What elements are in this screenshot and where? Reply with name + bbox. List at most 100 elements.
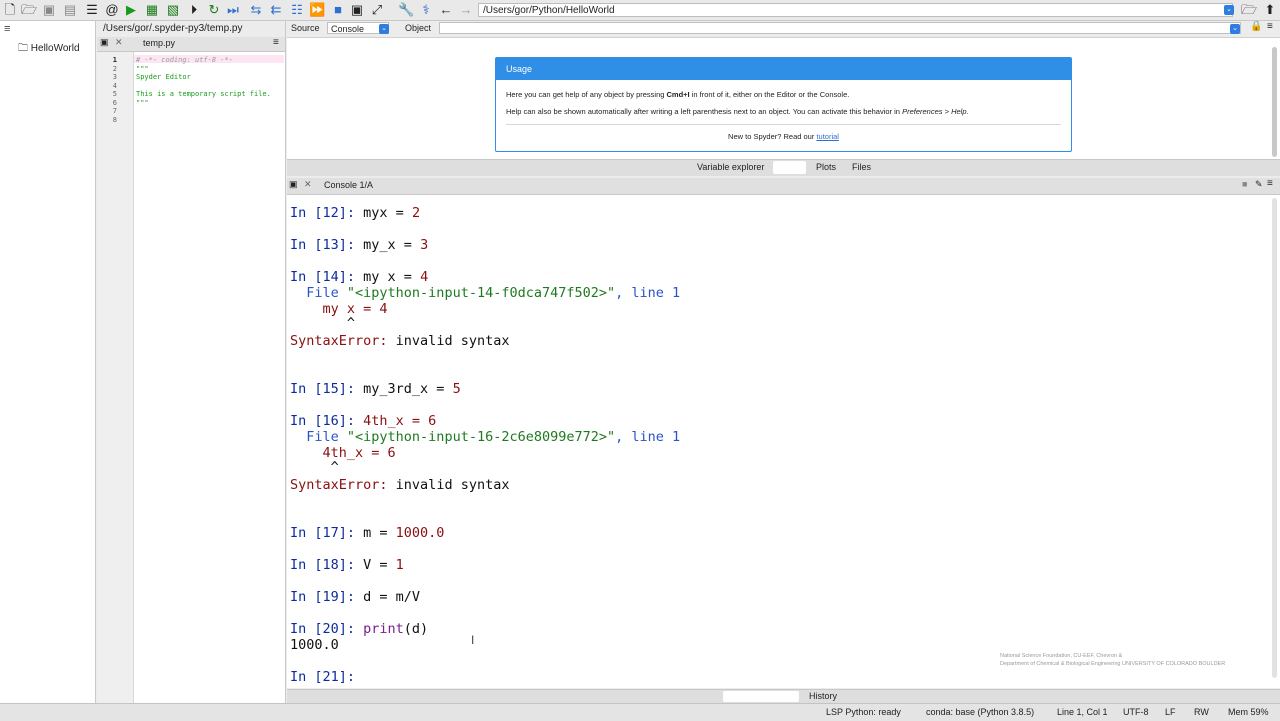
console-line: In [20]: print(d) [290,621,429,637]
continue-icon[interactable]: ☷ [289,2,305,18]
status-bar: LSP Python: ready conda: base (Python 3.… [0,703,1280,721]
tab-history[interactable]: History [809,691,837,701]
editor-file-path: /Users/gor/.spyder-py3/temp.py [97,21,285,37]
rw-status: RW [1194,707,1209,717]
debug-icon[interactable]: ↻ [206,2,222,18]
traceback-caret: ^ [290,315,356,331]
lock-icon[interactable]: 🔒 [1250,21,1262,32]
help-shortcut: Cmd+I [666,90,690,99]
object-dropdown-icon[interactable]: ⌄ [1230,24,1240,34]
new-file-icon[interactable]: 🗋 [2,2,18,18]
fast-forward-icon[interactable]: ⏩ [309,2,325,18]
source-select-value: Console [331,24,365,34]
code-line[interactable]: Spyder Editor [136,73,191,81]
console-input-line[interactable]: In [21]: [290,669,363,685]
code-line[interactable]: # -*- coding: utf-8 -*- [136,56,233,64]
console-line: In [18]: V = 1 [290,557,404,573]
stop-icon[interactable]: ■ [330,2,346,18]
open-folder-icon[interactable]: 🗁 [21,2,37,18]
tab-temp-py[interactable]: temp.py [143,38,175,48]
line-number: 8 [112,115,117,124]
syntax-error-line: SyntaxError: invalid syntax [290,333,510,349]
console-menu-icon[interactable]: ≡ [1267,178,1273,189]
help-menu-icon[interactable]: ≡ [1267,21,1273,32]
traceback-file-line: File "<ipython-input-16-2c6e8099e772>", … [290,429,681,445]
wrench-icon[interactable]: 🔧 [398,2,414,18]
clear-console-icon[interactable]: ✎ [1255,179,1263,190]
help-scrollbar[interactable] [1272,47,1277,157]
tab-ipython-console-active[interactable] [723,691,799,702]
back-icon[interactable]: ← [438,2,454,18]
maximize-icon[interactable]: ▣ [349,2,365,18]
tab-files[interactable]: Files [852,162,871,172]
source-dropdown-icon[interactable]: ⌄ [379,24,389,34]
step-icon[interactable]: ⏭ [225,2,241,18]
save-all-icon[interactable]: ▤ [62,2,78,18]
code-line[interactable]: """ [136,65,149,73]
divider [506,124,1061,125]
encoding-status: UTF-8 [1123,707,1149,717]
line-number: 6 [112,98,117,107]
ipython-console: ▣ ✕ Console 1/A ■ ✎ ≡ In [12]: myx = 2 I… [287,178,1280,688]
forward-icon[interactable]: → [458,2,474,18]
cursor-position: Line 1, Col 1 [1057,707,1108,717]
python-path-icon[interactable]: ⚕ [418,2,434,18]
tab-variable-explorer[interactable]: Variable explorer [697,162,764,172]
tab-console-1a[interactable]: Console 1/A [324,180,373,190]
traceback-file-line: File "<ipython-input-14-f0dca747f502>", … [290,285,681,301]
at-icon[interactable]: @ [104,2,120,18]
traceback-caret: ^ [290,459,339,475]
tab-plots[interactable]: Plots [816,162,836,172]
save-icon[interactable]: ▣ [41,2,57,18]
parent-directory-icon[interactable]: ⬆ [1262,2,1278,18]
line-number: 5 [112,90,117,98]
console-scrollbar[interactable] [1272,198,1277,678]
run-cell-icon[interactable]: ▦ [144,2,160,18]
code-line[interactable]: """ [136,99,149,107]
pane-menu-icon[interactable]: ≡ [4,23,10,35]
watermark-text: National Science Foundation, CU-EEF, Che… [1000,653,1123,659]
help-text: Help can also be shown automatically aft… [506,107,903,116]
stop-console-icon[interactable]: ■ [1242,179,1247,189]
project-explorer: ≡ 🗀 HelloWorld [0,21,96,703]
object-label: Object [405,23,432,33]
project-root-item[interactable]: 🗀 HelloWorld [18,41,80,58]
step-return-icon[interactable]: ⇇ [268,2,284,18]
browse-tabs-icon[interactable]: ☰ [84,2,100,18]
main-toolbar: 🗋 🗁 ▣ ▤ ☰ @ ▶ ▦ ▧ ⏵ ↻ ⏭ ⇆ ⇇ ☷ ⏩ ■ ▣ ⤢ 🔧 … [0,0,1280,21]
path-dropdown-icon[interactable]: ⌄ [1224,5,1234,15]
editor-tabbar: ▣ ✕ temp.py ≡ [97,37,285,52]
usage-box: Usage Here you can get help of any objec… [495,57,1072,152]
line-number: 7 [112,107,117,115]
browse-tabs-icon[interactable]: ▣ [100,37,109,48]
help-text-line1: Here you can get help of any object by p… [506,90,849,99]
editor-pane: /Users/gor/.spyder-py3/temp.py ▣ ✕ temp.… [97,21,286,703]
help-pane: Source Console ⌄ Object ⌄ 🔒 ≡ Usage Here… [287,21,1280,176]
tab-help-active[interactable] [773,161,806,174]
usage-title: Usage [496,58,1071,80]
close-tab-icon[interactable]: ✕ [115,37,123,48]
object-input[interactable] [439,22,1241,34]
sponsor-watermark: National Science Foundation, CU-EEF, Che… [1000,652,1230,686]
fullscreen-icon[interactable]: ⤢ [369,2,385,18]
working-directory-input[interactable]: /Users/gor/Python/HelloWorld [478,3,1233,17]
lsp-status: LSP Python: ready [826,707,901,717]
code-line[interactable]: This is a temporary script file. [136,90,271,98]
line-number: 2 [112,64,117,73]
syntax-error-line: SyntaxError: invalid syntax [290,477,510,493]
close-tab-icon[interactable]: ✕ [304,179,312,190]
run-selection-icon[interactable]: ⏵ [186,2,202,18]
browse-folder-icon[interactable]: 🗁 [1241,2,1257,18]
line-number: 3 [112,73,117,81]
console-line: In [12]: myx = 2 [290,205,421,221]
run-icon[interactable]: ▶ [123,2,139,18]
editor-menu-icon[interactable]: ≡ [273,37,279,48]
browse-tabs-icon[interactable]: ▣ [289,179,298,190]
run-cell-advance-icon[interactable]: ▧ [165,2,181,18]
step-into-icon[interactable]: ⇆ [248,2,264,18]
help-preferences-path: Preferences > Help [902,107,967,116]
console-line: In [16]: 4th_x = 6 [290,413,437,429]
project-root-label: HelloWorld [30,43,80,54]
help-text-line3: New to Spyder? Read our tutorial [496,132,1071,141]
tutorial-link[interactable]: tutorial [816,132,839,141]
